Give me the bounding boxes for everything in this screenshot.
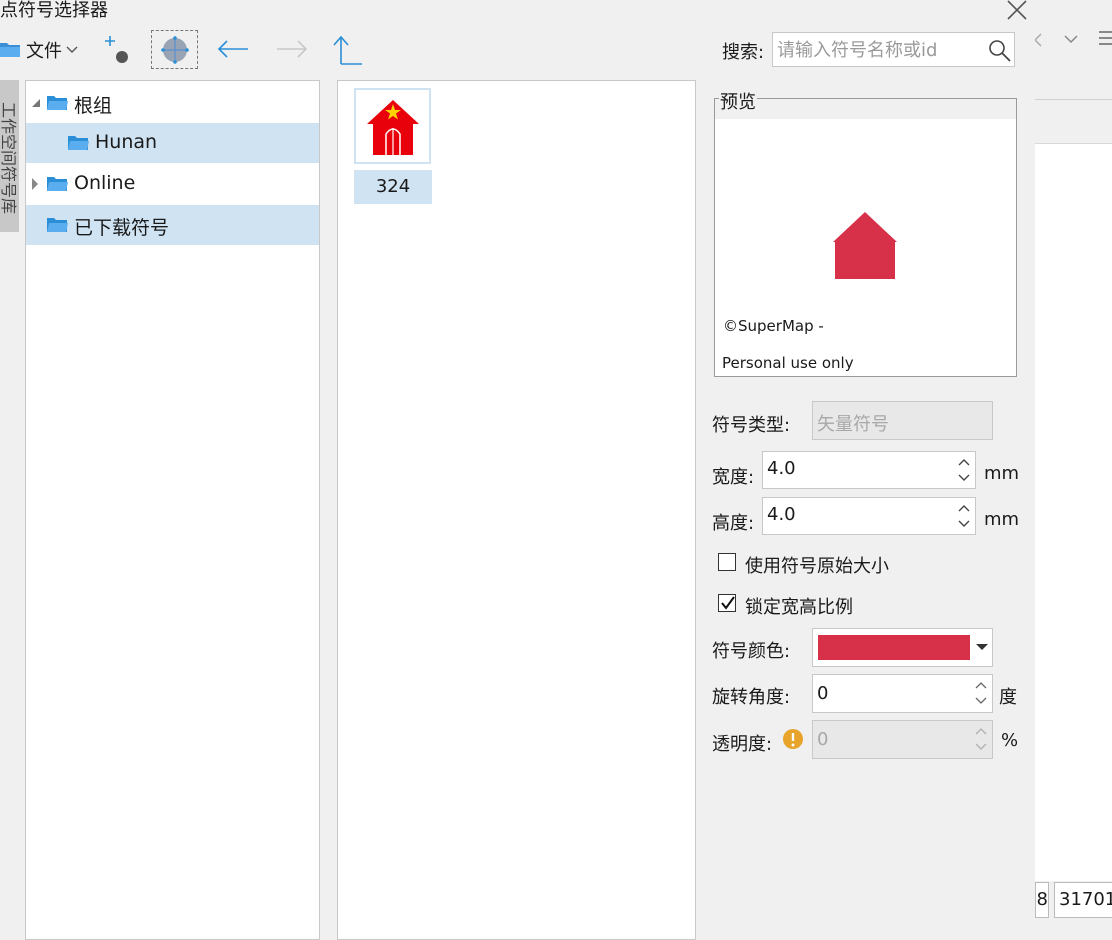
coord-field-b[interactable]: 31701 [1054,882,1112,918]
search-icon[interactable] [988,39,1012,63]
forward-arrow-icon[interactable] [275,38,309,60]
symbol-id-label[interactable]: 324 [354,170,432,204]
collapsed-triangle-icon[interactable] [31,178,39,190]
height-value: 4.0 [767,504,796,525]
watermark-line-1: ©SuperMap - [723,317,824,335]
symbol-thumbnail[interactable] [354,88,431,164]
symbol-group-tree: 根组 Hunan Online 已下载符号 [25,80,320,940]
transparency-value: 0 [817,729,829,750]
search-label: 搜索: [722,42,765,63]
transparency-input: 0 [812,720,993,759]
transparency-label: 透明度: [712,734,773,755]
side-tab-label: 工作空间符号库 [0,101,18,214]
folder-icon [68,136,89,150]
rotation-value: 0 [817,683,829,704]
workspace-symbol-library-tab[interactable]: 工作空间符号库 [0,80,19,232]
up-arrow-icon[interactable] [333,34,363,66]
add-symbol-icon[interactable] [102,34,132,64]
back-arrow-icon[interactable] [216,38,250,60]
watermark-line-2: Personal use only [722,354,854,372]
spin-arrows-icon[interactable] [956,455,972,485]
tree-item-label: Hunan [95,131,158,153]
tree-item-downloaded[interactable]: 已下载符号 [26,205,319,245]
tree-item-label: 根组 [74,95,113,117]
dropdown-arrow-icon[interactable] [975,642,989,652]
transparency-unit: % [1001,730,1019,751]
tree-item-root[interactable]: 根组 [26,83,319,123]
spin-arrows-icon [975,728,987,750]
tree-item-label: 已下载符号 [74,217,170,239]
width-label: 宽度: [712,467,755,488]
symbol-type-label: 符号类型: [712,415,791,436]
search-input[interactable] [775,36,984,64]
warning-icon [783,729,803,749]
width-input[interactable]: 4.0 [762,451,976,489]
background-map-area [1035,143,1112,881]
height-input[interactable]: 4.0 [762,497,976,535]
folder-icon [47,218,68,232]
color-picker[interactable] [812,628,993,667]
checkmark-icon [721,596,735,610]
spin-arrows-icon[interactable] [973,678,989,708]
symbol-edit-button[interactable] [151,30,198,69]
red-house-with-star-icon [367,100,419,155]
house-preview-icon [833,212,897,279]
expanded-triangle-icon[interactable] [31,98,41,108]
background-divider [1035,99,1112,100]
preview-box: ©SuperMap - Personal use only [714,98,1017,377]
lock-ratio-checkbox[interactable] [718,594,736,612]
rotation-label: 旋转角度: [712,687,791,708]
folder-icon [0,43,20,57]
preview-header-strip [715,99,1016,119]
coord-field-a[interactable]: 8 [1035,882,1049,918]
symbol-grid: 324 [337,80,696,940]
width-unit: mm [984,463,1020,484]
color-swatch [818,635,970,660]
folder-icon [47,96,68,110]
rotation-unit: 度 [999,687,1017,708]
original-size-label: 使用符号原始大小 [745,556,889,577]
spin-arrows-icon[interactable] [956,501,972,531]
preview-legend: 预览 [719,88,757,114]
tree-item-label: Online [74,172,136,194]
close-icon[interactable] [1004,0,1030,22]
tree-item-hunan[interactable]: Hunan [26,123,319,163]
lock-ratio-label: 锁定宽高比例 [745,597,853,618]
tree-item-online[interactable]: Online [26,164,319,204]
search-box [772,32,1015,67]
globe-icon [161,36,189,64]
height-unit: mm [984,509,1020,530]
file-menu[interactable]: 文件 [0,36,78,64]
color-label: 符号颜色: [712,641,791,662]
original-size-checkbox[interactable] [718,553,736,571]
chevron-down-icon [66,46,78,53]
width-value: 4.0 [767,458,796,479]
window-title: 点符号选择器 [0,0,108,21]
folder-icon [47,177,68,191]
background-toolbar-icons [1035,31,1112,47]
rotation-input[interactable]: 0 [812,674,993,713]
symbol-type-field: 矢量符号 [812,401,993,440]
symbol-type-value: 矢量符号 [817,414,889,435]
file-menu-label: 文件 [26,41,62,62]
height-label: 高度: [712,513,755,534]
